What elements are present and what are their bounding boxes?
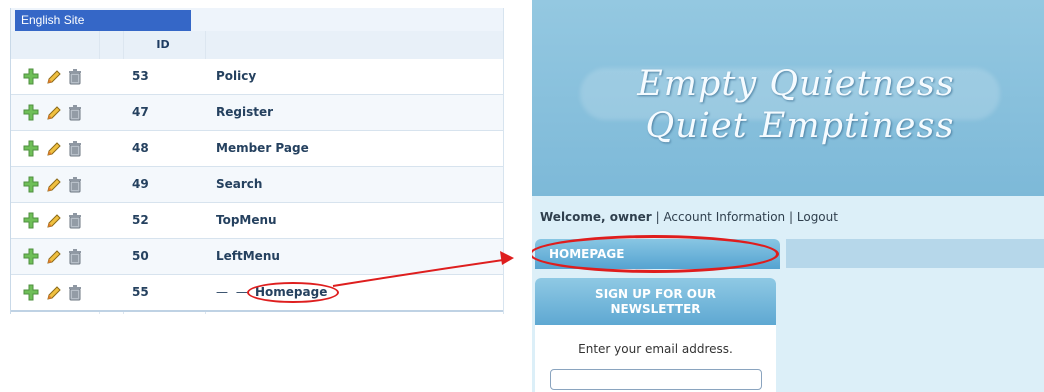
row-actions xyxy=(23,104,103,122)
separator: | xyxy=(789,210,794,224)
table-row: 48 Member Page xyxy=(11,131,503,167)
edit-icon[interactable] xyxy=(45,104,61,122)
trash-icon[interactable] xyxy=(67,140,83,158)
trash-icon[interactable] xyxy=(67,104,83,122)
page-name-link[interactable]: Search xyxy=(216,167,262,202)
plus-icon[interactable] xyxy=(23,176,39,194)
trash-icon[interactable] xyxy=(67,212,83,230)
newsletter-title-line-2: NEWSLETTER xyxy=(610,302,701,316)
website-preview: Empty Quietness Quiet Emptiness Welcome,… xyxy=(532,0,1044,392)
edit-icon[interactable] xyxy=(45,68,61,86)
edit-icon[interactable] xyxy=(45,284,61,302)
newsletter-box: SIGN UP FOR OUR NEWSLETTER Enter your em… xyxy=(535,278,776,392)
row-actions xyxy=(23,68,103,86)
row-actions xyxy=(23,284,103,302)
table-row: 53 Policy xyxy=(11,59,503,95)
site-tab[interactable]: English Site xyxy=(15,10,191,31)
menu-bar-extension xyxy=(786,239,1044,268)
plus-icon[interactable] xyxy=(23,248,39,266)
row-id: 50 xyxy=(132,249,149,263)
page-name-link[interactable]: TopMenu xyxy=(216,203,277,238)
page-name-link[interactable]: Policy xyxy=(216,59,256,94)
edit-icon[interactable] xyxy=(45,212,61,230)
table-row: 49 Search xyxy=(11,167,503,203)
row-id: 48 xyxy=(132,141,149,155)
admin-tab-strip: English Site xyxy=(11,8,503,31)
email-input[interactable] xyxy=(549,369,762,390)
page-name-link[interactable]: Member Page xyxy=(216,131,309,166)
homepage-highlight xyxy=(247,282,339,303)
separator: | xyxy=(655,210,660,224)
child-page-prefix: — — xyxy=(216,285,250,299)
edit-icon[interactable] xyxy=(45,140,61,158)
trash-icon[interactable] xyxy=(67,284,83,302)
trash-icon[interactable] xyxy=(67,248,83,266)
plus-icon[interactable] xyxy=(23,284,39,302)
newsletter-prompt: Enter your email address. xyxy=(578,342,733,356)
logout-link[interactable]: Logout xyxy=(797,210,838,224)
row-actions xyxy=(23,248,103,266)
site-title-line-1: Empty Quietness xyxy=(637,64,955,104)
admin-page-list: English Site ID 53 Policy 47 Register 48… xyxy=(10,8,504,314)
table-header: ID xyxy=(11,31,503,60)
row-actions xyxy=(23,140,103,158)
row-id: 52 xyxy=(132,213,149,227)
row-id: 53 xyxy=(132,69,149,83)
edit-icon[interactable] xyxy=(45,248,61,266)
row-id: 55 xyxy=(132,285,149,299)
table-row: 47 Register xyxy=(11,95,503,131)
site-title-line-2: Quiet Emptiness xyxy=(645,106,955,146)
id-column-header: ID xyxy=(156,38,170,51)
plus-icon[interactable] xyxy=(23,104,39,122)
menu-highlight xyxy=(532,235,779,273)
plus-icon[interactable] xyxy=(23,140,39,158)
plus-icon[interactable] xyxy=(23,68,39,86)
welcome-text: Welcome, owner xyxy=(540,210,652,224)
table-row: 52 TopMenu xyxy=(11,203,503,239)
trash-icon[interactable] xyxy=(67,68,83,86)
welcome-bar: Welcome, owner | Account Information | L… xyxy=(540,210,1040,228)
trash-icon[interactable] xyxy=(67,176,83,194)
newsletter-title-line-1: SIGN UP FOR OUR xyxy=(595,287,716,301)
row-id: 47 xyxy=(132,105,149,119)
table-row: 50 LeftMenu xyxy=(11,239,503,275)
account-information-link[interactable]: Account Information xyxy=(663,210,785,224)
edit-icon[interactable] xyxy=(45,176,61,194)
row-id: 49 xyxy=(132,177,149,191)
row-actions xyxy=(23,176,103,194)
page-name-link[interactable]: LeftMenu xyxy=(216,239,280,274)
newsletter-title: SIGN UP FOR OUR NEWSLETTER xyxy=(535,278,776,325)
site-banner: Empty Quietness Quiet Emptiness xyxy=(532,0,1044,196)
row-actions xyxy=(23,212,103,230)
plus-icon[interactable] xyxy=(23,212,39,230)
page-name-link[interactable]: Register xyxy=(216,95,273,130)
